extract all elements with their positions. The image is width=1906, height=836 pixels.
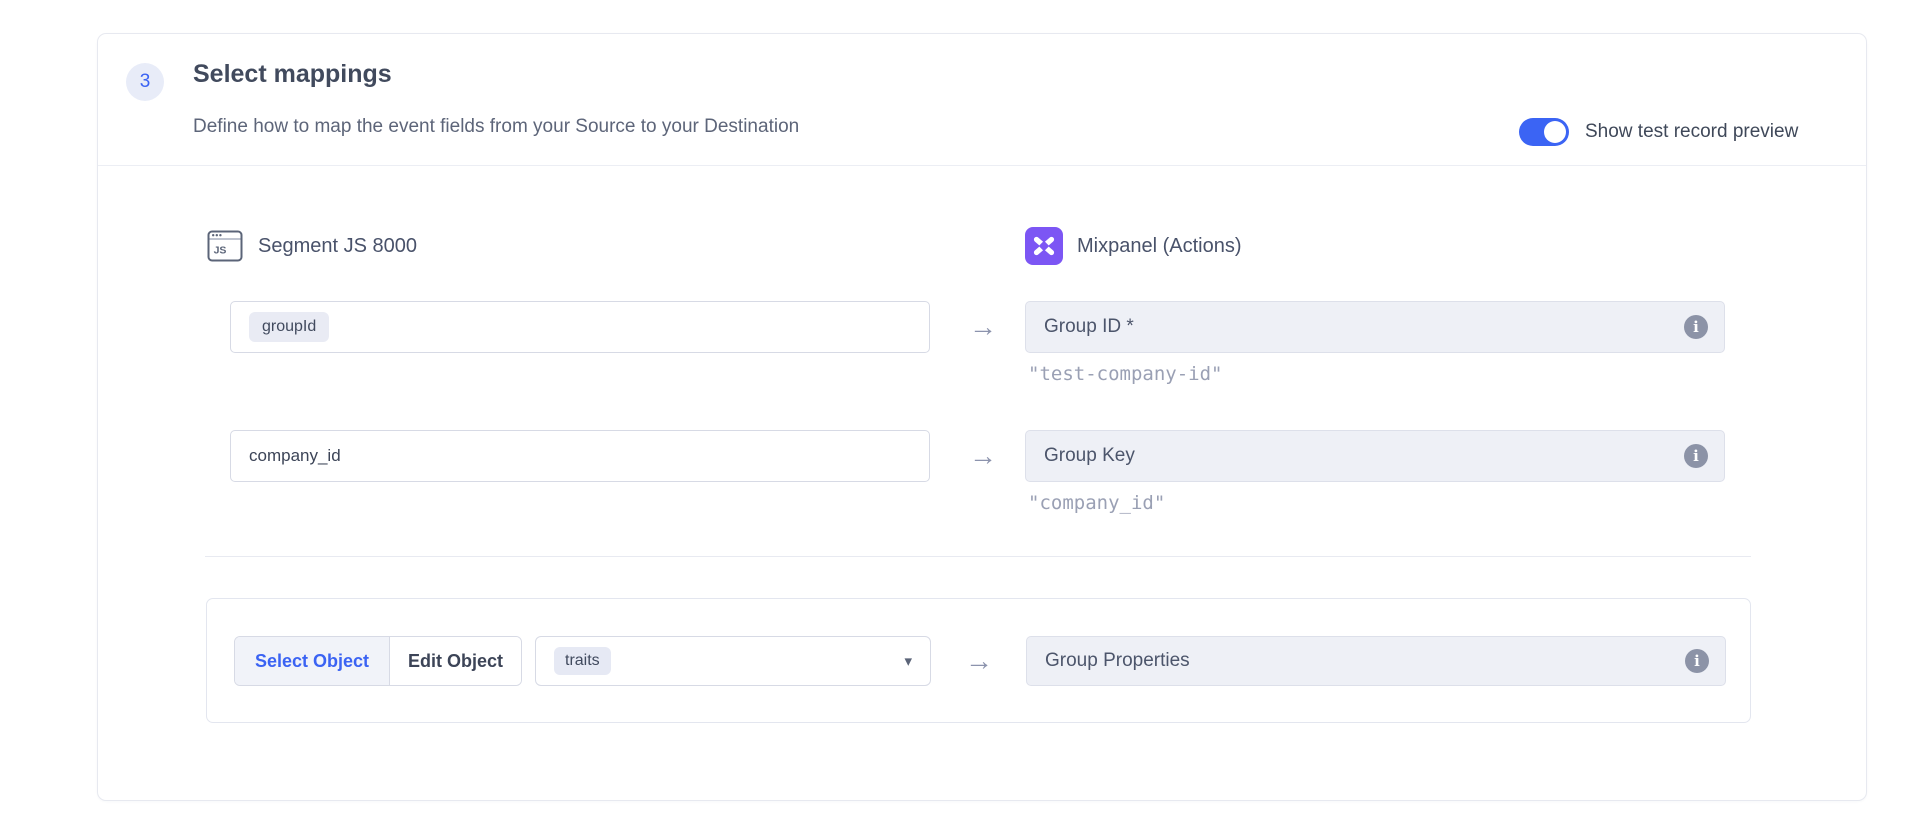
svg-text:JS: JS <box>214 245 227 257</box>
destination-field-label: Group Properties <box>1045 650 1190 672</box>
test-record-preview-value: "company_id" <box>1028 492 1165 514</box>
info-icon[interactable]: i <box>1685 649 1709 673</box>
object-mapping-card: Select Object Edit Object traits ▾ → Gro… <box>206 598 1751 723</box>
destination-field-label: Group Key <box>1044 445 1135 467</box>
info-icon[interactable]: i <box>1684 444 1708 468</box>
select-object-button[interactable]: Select Object <box>235 637 390 685</box>
test-record-preview-value: "test-company-id" <box>1028 363 1222 385</box>
selected-object-token: traits <box>554 647 611 675</box>
show-test-record-toggle[interactable] <box>1519 118 1569 146</box>
source-column-header: JS Segment JS 8000 <box>206 227 417 265</box>
header-divider <box>98 165 1866 166</box>
arrow-right-icon: → <box>953 430 1013 482</box>
source-field-value: company_id <box>249 446 341 466</box>
destination-name: Mixpanel (Actions) <box>1077 235 1242 258</box>
source-field-input[interactable]: groupId <box>230 301 930 353</box>
page-subtitle: Define how to map the event fields from … <box>193 116 799 138</box>
object-select-dropdown[interactable]: traits ▾ <box>535 636 931 686</box>
info-icon[interactable]: i <box>1684 315 1708 339</box>
edit-object-button[interactable]: Edit Object <box>390 637 521 685</box>
arrow-right-icon: → <box>953 301 1013 353</box>
toggle-label: Show test record preview <box>1585 118 1798 146</box>
js-browser-window-icon: JS <box>206 227 244 265</box>
destination-field: Group Properties i <box>1026 636 1726 686</box>
caret-down-icon: ▾ <box>904 652 912 670</box>
page-title: Select mappings <box>193 60 392 89</box>
destination-column-header: Mixpanel (Actions) <box>1025 227 1242 265</box>
source-field-input[interactable]: company_id <box>230 430 930 482</box>
toggle-knob <box>1544 121 1566 143</box>
section-divider <box>205 556 1751 557</box>
destination-field: Group Key i <box>1025 430 1725 482</box>
mixpanel-logo-icon <box>1025 227 1063 265</box>
arrow-right-icon: → <box>949 636 1009 686</box>
destination-field: Group ID * i <box>1025 301 1725 353</box>
select-mappings-card: 3 Select mappings Define how to map the … <box>97 33 1867 801</box>
destination-field-label: Group ID * <box>1044 316 1134 338</box>
object-mode-segmented-control: Select Object Edit Object <box>234 636 522 686</box>
step-badge: 3 <box>126 63 164 101</box>
source-field-token: groupId <box>249 312 329 342</box>
source-name: Segment JS 8000 <box>258 235 417 258</box>
